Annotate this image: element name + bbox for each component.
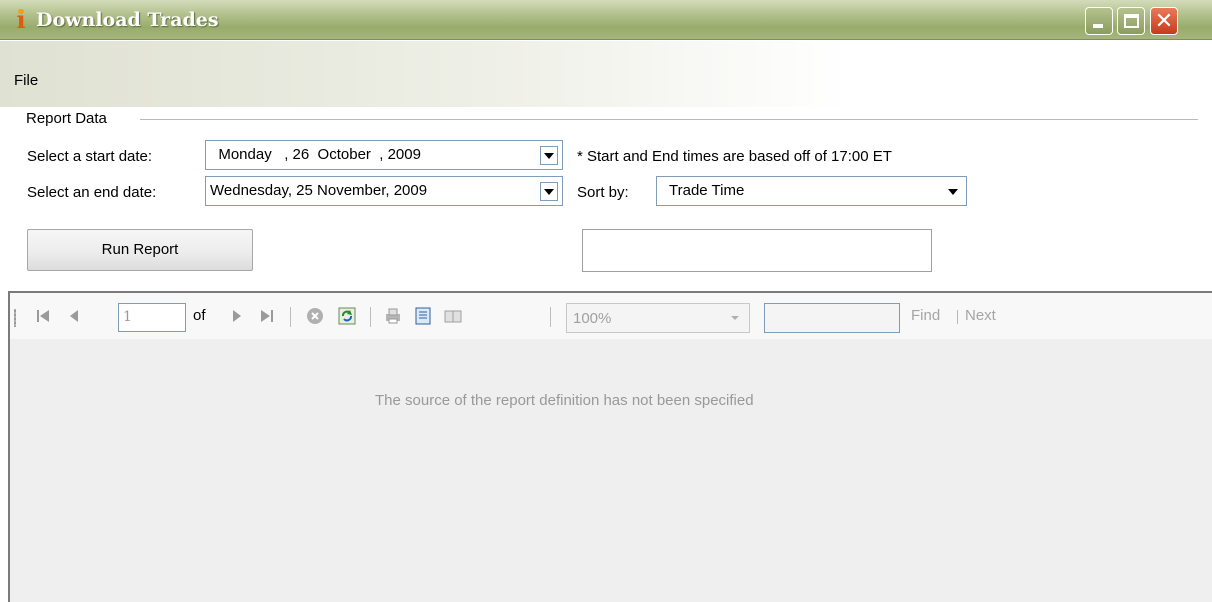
menu-bar: File bbox=[0, 41, 1212, 107]
maximize-icon bbox=[1124, 14, 1139, 28]
toolbar-separator bbox=[550, 307, 551, 327]
stop-icon[interactable] bbox=[306, 307, 324, 325]
end-date-picker[interactable]: Wednesday, 25 November, 2009 bbox=[205, 176, 563, 206]
start-date-dropdown-icon[interactable] bbox=[540, 146, 558, 165]
previous-page-icon[interactable] bbox=[65, 307, 83, 325]
viewer-message: The source of the report definition has … bbox=[375, 392, 754, 409]
toolbar-separator bbox=[370, 307, 371, 327]
report-viewer: 1 of 100% Find Next The source of the re… bbox=[8, 291, 1212, 602]
print-icon[interactable] bbox=[384, 307, 402, 325]
start-date-value: Monday , 26 October , 2009 bbox=[210, 146, 421, 163]
toolbar-grip[interactable] bbox=[14, 309, 16, 327]
app-logo-icon: i bbox=[10, 8, 32, 32]
sort-by-select[interactable]: Trade Time bbox=[656, 176, 967, 206]
page-setup-icon[interactable] bbox=[444, 307, 462, 325]
print-layout-icon[interactable] bbox=[414, 307, 432, 325]
end-date-dropdown-icon[interactable] bbox=[540, 182, 558, 201]
group-title-report-data: Report Data bbox=[26, 110, 111, 127]
sort-by-value: Trade Time bbox=[669, 182, 745, 199]
page-number-input[interactable]: 1 bbox=[118, 303, 186, 332]
last-page-icon[interactable] bbox=[258, 307, 276, 325]
sort-by-label: Sort by: bbox=[577, 184, 629, 201]
group-border bbox=[140, 119, 1198, 120]
find-input[interactable] bbox=[764, 303, 900, 333]
close-button[interactable]: ✕ bbox=[1150, 7, 1178, 35]
minimize-icon bbox=[1093, 24, 1103, 28]
menu-file[interactable]: File bbox=[14, 72, 38, 89]
next-link[interactable]: Next bbox=[965, 307, 996, 324]
start-date-label: Select a start date: bbox=[27, 148, 153, 165]
status-textbox[interactable] bbox=[582, 229, 932, 272]
title-bar: i Download Trades ✕ bbox=[0, 0, 1212, 40]
find-link[interactable]: Find bbox=[911, 307, 940, 324]
toolbar-separator bbox=[290, 307, 291, 327]
sort-by-dropdown-icon[interactable] bbox=[944, 182, 962, 201]
of-label: of bbox=[193, 307, 206, 324]
next-page-icon[interactable] bbox=[228, 307, 246, 325]
refresh-icon[interactable] bbox=[338, 307, 356, 325]
first-page-icon[interactable] bbox=[34, 307, 52, 325]
run-report-button[interactable]: Run Report bbox=[27, 229, 253, 271]
zoom-dropdown-icon bbox=[731, 316, 739, 320]
end-date-label: Select an end date: bbox=[27, 184, 157, 201]
report-toolbar: 1 of 100% Find Next bbox=[10, 293, 1212, 339]
zoom-value: 100% bbox=[573, 310, 612, 327]
start-date-picker[interactable]: Monday , 26 October , 2009 bbox=[205, 140, 563, 170]
close-icon: ✕ bbox=[1154, 8, 1174, 33]
end-date-value: Wednesday, 25 November, 2009 bbox=[210, 182, 428, 199]
minimize-button[interactable] bbox=[1085, 7, 1113, 35]
maximize-button[interactable] bbox=[1117, 7, 1145, 35]
zoom-select[interactable]: 100% bbox=[566, 303, 750, 333]
times-note: * Start and End times are based off of 1… bbox=[577, 148, 892, 165]
window-title: Download Trades bbox=[36, 9, 219, 31]
find-next-separator bbox=[957, 310, 958, 324]
